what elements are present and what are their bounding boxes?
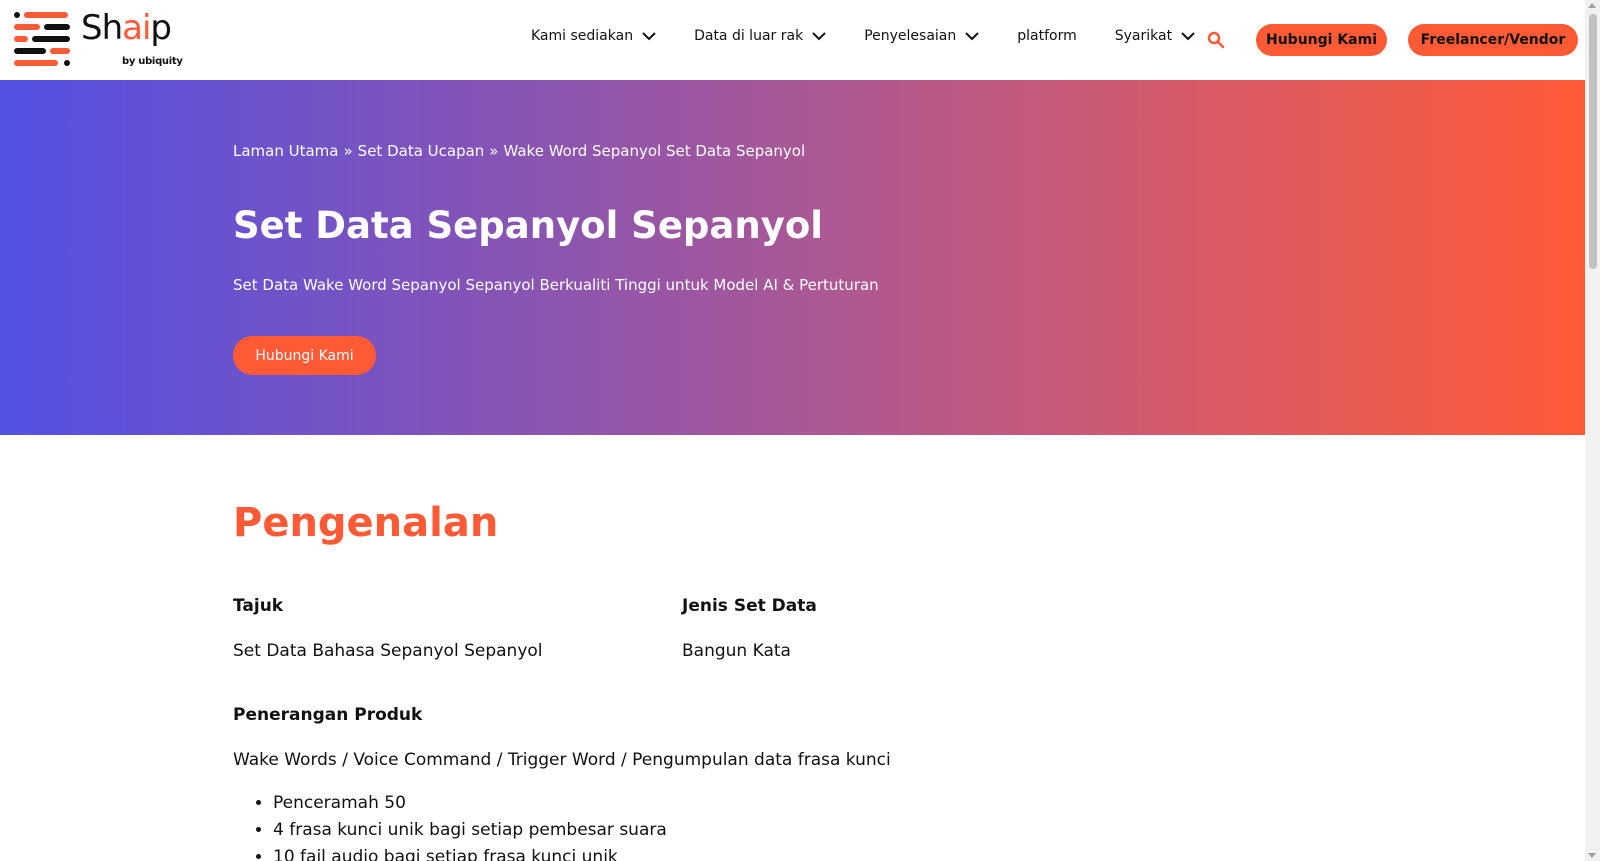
breadcrumb-home-link[interactable]: Laman Utama <box>233 142 338 160</box>
page-scrollbar[interactable] <box>1585 0 1600 861</box>
page-subtitle: Set Data Wake Word Sepanyol Sepanyol Ber… <box>233 276 879 294</box>
breadcrumb: Laman Utama» Set Data Ucapan» Wake Word Se… <box>233 142 805 160</box>
logo-mark-icon <box>14 12 72 68</box>
dataset-type-label: Jenis Set Data <box>682 596 817 616</box>
main-nav: Kami sediakan Data di luar rak Penyelesa… <box>531 28 1233 44</box>
title-label: Tajuk <box>233 596 284 616</box>
breadcrumb-speech-datasets-link[interactable]: Set Data Ucapan <box>358 142 485 160</box>
breadcrumb-separator: » <box>343 142 353 160</box>
freelancer-vendor-button[interactable]: Freelancer/Vendor <box>1408 24 1578 56</box>
chevron-down-icon <box>642 32 656 41</box>
scroll-down-icon[interactable] <box>1588 853 1596 858</box>
product-description-label: Penerangan Produk <box>233 705 423 725</box>
breadcrumb-current: Wake Word Sepanyol Set Data Sepanyol <box>503 142 806 160</box>
nav-item-label: platform <box>1017 28 1077 44</box>
spec-list: Penceramah 50 4 frasa kunci unik bagi se… <box>255 792 667 861</box>
logo-wordmark: Shaip <box>81 8 172 48</box>
nav-item-kami-sediakan[interactable]: Kami sediakan <box>531 28 656 44</box>
hero-banner: Laman Utama» Set Data Ucapan» Wake Word Se… <box>0 80 1585 435</box>
nav-item-label: Penyelesaian <box>864 28 957 44</box>
logo-tagline: by ubiquity <box>122 56 183 67</box>
page-title: Set Data Sepanyol Sepanyol <box>233 204 823 247</box>
nav-item-label: Syarikat <box>1114 28 1173 44</box>
nav-item-label: Data di luar rak <box>694 28 804 44</box>
list-item: 10 fail audio bagi setiap frasa kunci un… <box>273 846 667 861</box>
title-value: Set Data Bahasa Sepanyol Sepanyol <box>233 641 543 661</box>
chevron-down-icon <box>1181 32 1195 41</box>
nav-item-label: Kami sediakan <box>531 28 634 44</box>
list-item: 4 frasa kunci unik bagi setiap pembesar … <box>273 819 667 842</box>
search-icon[interactable] <box>1207 31 1225 49</box>
scroll-thumb[interactable] <box>1589 14 1597 269</box>
site-header: Shaip by ubiquity Kami sediakan Data di … <box>0 0 1585 80</box>
dataset-type-value: Bangun Kata <box>682 641 791 661</box>
nav-item-data-di-luar-rak[interactable]: Data di luar rak <box>694 28 826 44</box>
product-description-value: Wake Words / Voice Command / Trigger Wor… <box>233 750 891 770</box>
intro-heading: Pengenalan <box>233 500 499 546</box>
chevron-down-icon <box>812 32 826 41</box>
shaip-logo[interactable]: Shaip by ubiquity <box>14 8 184 70</box>
list-item: Penceramah 50 <box>273 792 667 815</box>
contact-button[interactable]: Hubungi Kami <box>1256 24 1387 56</box>
scroll-up-icon[interactable] <box>1588 3 1596 8</box>
hero-contact-button[interactable]: Hubungi Kami <box>233 336 376 375</box>
chevron-down-icon <box>965 32 979 41</box>
breadcrumb-separator: » <box>489 142 499 160</box>
nav-item-platform[interactable]: platform <box>1017 28 1077 44</box>
nav-item-syarikat[interactable]: Syarikat <box>1115 28 1195 44</box>
nav-item-penyelesaian[interactable]: Penyelesaian <box>864 28 979 44</box>
